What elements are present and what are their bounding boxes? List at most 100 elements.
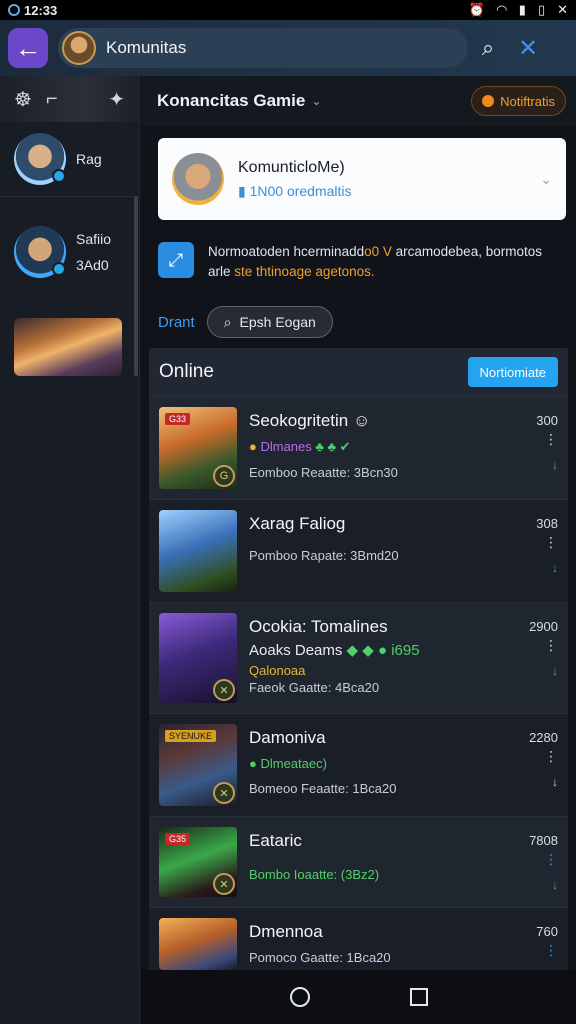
online-status-icon: [52, 169, 66, 183]
search-icon: ⌕: [223, 313, 232, 330]
more-icon[interactable]: ⋮: [522, 638, 558, 652]
avatar: [14, 225, 66, 278]
battery-icon: ▯: [537, 2, 546, 17]
status-bar: 12:33 ⏰ ◠ ▮ ▯ ✕: [0, 0, 576, 20]
filter-link[interactable]: Drant: [158, 314, 195, 331]
game-sub: Aoaks Deams: [249, 642, 343, 659]
game-count: 760: [536, 924, 558, 939]
online-status-icon: [52, 261, 66, 276]
notifications-button[interactable]: Notiftratis: [471, 86, 566, 116]
filter-pill-label: Epsh Eogan: [239, 314, 316, 330]
list-item[interactable]: SYENUKE ✕ Damoniva ● Dlmeataec) Bomeoo Fe…: [149, 713, 568, 816]
home-button[interactable]: [289, 987, 310, 1007]
gem-icon: ♣ ♣ ✔: [315, 439, 351, 454]
game-count: 2280: [529, 730, 558, 745]
arrow-down-icon: ↓: [552, 664, 558, 678]
game-thumbnail: SYENUKE ✕: [159, 724, 237, 806]
game-thumbnail: G35 ✕: [159, 827, 237, 897]
game-list: G33 G Seokogritetin ☺ ● Dlmanes ♣ ♣ ✔ Eom…: [149, 396, 568, 980]
bookmark-icon[interactable]: ⌐: [46, 88, 58, 111]
game-thumbnail: [159, 918, 237, 970]
page-title: Komunitas: [106, 38, 187, 57]
contact-sub: 3Ad0: [76, 256, 109, 273]
list-item[interactable]: Xarag Faliog Pomboo Rapate: 3Bmd20 308 ⋮ ↓: [149, 499, 568, 602]
filter-bar: Drant ⌕ Epsh Eogan: [158, 306, 566, 338]
smile-icon: ☺: [352, 411, 371, 430]
game-title: Xarag Faliog: [249, 514, 346, 533]
game-badge-icon: ✕: [213, 782, 235, 804]
bell-icon: [482, 95, 495, 107]
game-title: Damoniva: [249, 728, 326, 747]
game-sub-extra: i695: [391, 642, 420, 659]
game-meta: Faeok Gaatte: 4Bca20: [249, 680, 380, 695]
game-meta: Pomboo Rapate: 3Bmd20: [249, 548, 399, 563]
arrow-down-icon: ↓: [552, 458, 558, 472]
contact-name: Rag: [76, 151, 102, 167]
game-thumbnail: G33 G: [159, 407, 237, 489]
sidebar: ☸ ⌐ ✦ Rag Safiio 3Ad0: [0, 76, 140, 1024]
card-title: KomunticloMe): [238, 158, 345, 176]
section-title[interactable]: Konancitas Gamie: [157, 91, 305, 111]
back-button[interactable]: ←: [8, 28, 48, 68]
community-title-bar[interactable]: Komunitas: [58, 28, 468, 68]
signal-icon: ▮: [518, 2, 526, 17]
card-members: 1N00 oredmaltis: [249, 182, 352, 199]
list-item[interactable]: G33 G Seokogritetin ☺ ● Dlmanes ♣ ♣ ✔ Eom…: [149, 396, 568, 499]
gem-icon: ●: [249, 756, 261, 771]
sidebar-scrollbar[interactable]: [134, 196, 138, 376]
community-icon[interactable]: ☸: [14, 87, 32, 112]
online-section-header: Online Nortiomiate: [149, 348, 568, 396]
game-count: 2900: [529, 619, 558, 634]
game-badge-icon: ✕: [213, 679, 235, 701]
game-badge-icon: ✕: [213, 873, 235, 895]
game-title: Ocokia: Tomalines: [249, 617, 388, 636]
info-banner: ⤢ Normoatoden hcerminaddo0 V arcamodebea…: [158, 242, 566, 282]
members-icon: ▮: [238, 182, 250, 199]
game-meta-2: Qalonoaa: [249, 663, 306, 678]
status-time: 12:33: [24, 2, 58, 18]
section-title: Online: [159, 361, 214, 382]
close-button[interactable]: ✕: [508, 34, 548, 63]
info-highlight: o0 V: [364, 244, 392, 259]
game-sub: Bombo Ioaatte: (3Bz2): [249, 867, 380, 882]
info-highlight: ste thtinoage agetonos.: [234, 264, 375, 279]
list-item[interactable]: ✕ Ocokia: Tomalines Aoaks Deams ◆ ◆ ● i6…: [149, 602, 568, 713]
game-title: Eataric: [249, 831, 302, 850]
chevron-down-icon[interactable]: ⌄: [311, 94, 321, 108]
game-sub: Dlmeataec): [260, 756, 327, 771]
contact-name: Safiio: [76, 230, 112, 247]
chevron-down-icon[interactable]: ⌄: [540, 171, 552, 188]
sidebar-game-thumbnail[interactable]: [14, 318, 122, 376]
sidebar-contact[interactable]: Rag: [0, 122, 139, 196]
info-text: Normoatoden hcerminadd: [208, 244, 365, 259]
game-count: 7808: [529, 833, 558, 848]
search-icon: ⌕: [481, 35, 495, 60]
more-icon[interactable]: ⋮: [522, 535, 558, 549]
recent-apps-button[interactable]: [409, 988, 428, 1006]
sidebar-contact[interactable]: Safiio 3Ad0: [0, 196, 139, 306]
main-header: Konancitas Gamie ⌄ Notiftratis: [141, 76, 576, 126]
link-icon[interactable]: ⤢: [158, 242, 194, 278]
search-filter-button[interactable]: ⌕ Epsh Eogan: [206, 306, 333, 338]
game-title: Dmennoa: [249, 922, 323, 941]
game-sub: Dlmanes: [260, 439, 312, 454]
search-button[interactable]: ⌕: [468, 35, 508, 61]
game-meta: Eomboo Reaatte: 3Bcn30: [249, 465, 398, 480]
game-count: 308: [536, 516, 558, 531]
avatar: [172, 153, 224, 205]
more-icon[interactable]: ⋮: [522, 852, 558, 866]
more-icon[interactable]: ⋮: [522, 749, 558, 763]
more-icon[interactable]: ⋮: [522, 432, 558, 446]
arrow-left-icon: ←: [15, 32, 41, 63]
arrow-down-icon: ↓: [552, 561, 558, 575]
avatar[interactable]: [62, 31, 96, 65]
main-content: Konancitas Gamie ⌄ Notiftratis Komunticl…: [141, 76, 576, 1024]
more-icon[interactable]: ⋮: [522, 943, 558, 957]
star-icon[interactable]: ✦: [108, 87, 125, 112]
list-item[interactable]: G35 ✕ Eataric Bombo Ioaatte: (3Bz2) 7808 ⋮…: [149, 816, 568, 907]
notifications-label: Notiftratis: [500, 93, 555, 109]
section-action-button[interactable]: Nortiomiate: [467, 357, 558, 387]
community-card[interactable]: KomunticloMe) ▮ 1N00 oredmaltis ⌄: [158, 138, 566, 220]
app-bar: ← Komunitas ⌕ ✕: [0, 20, 576, 76]
close-icon[interactable]: ✕: [557, 2, 568, 18]
